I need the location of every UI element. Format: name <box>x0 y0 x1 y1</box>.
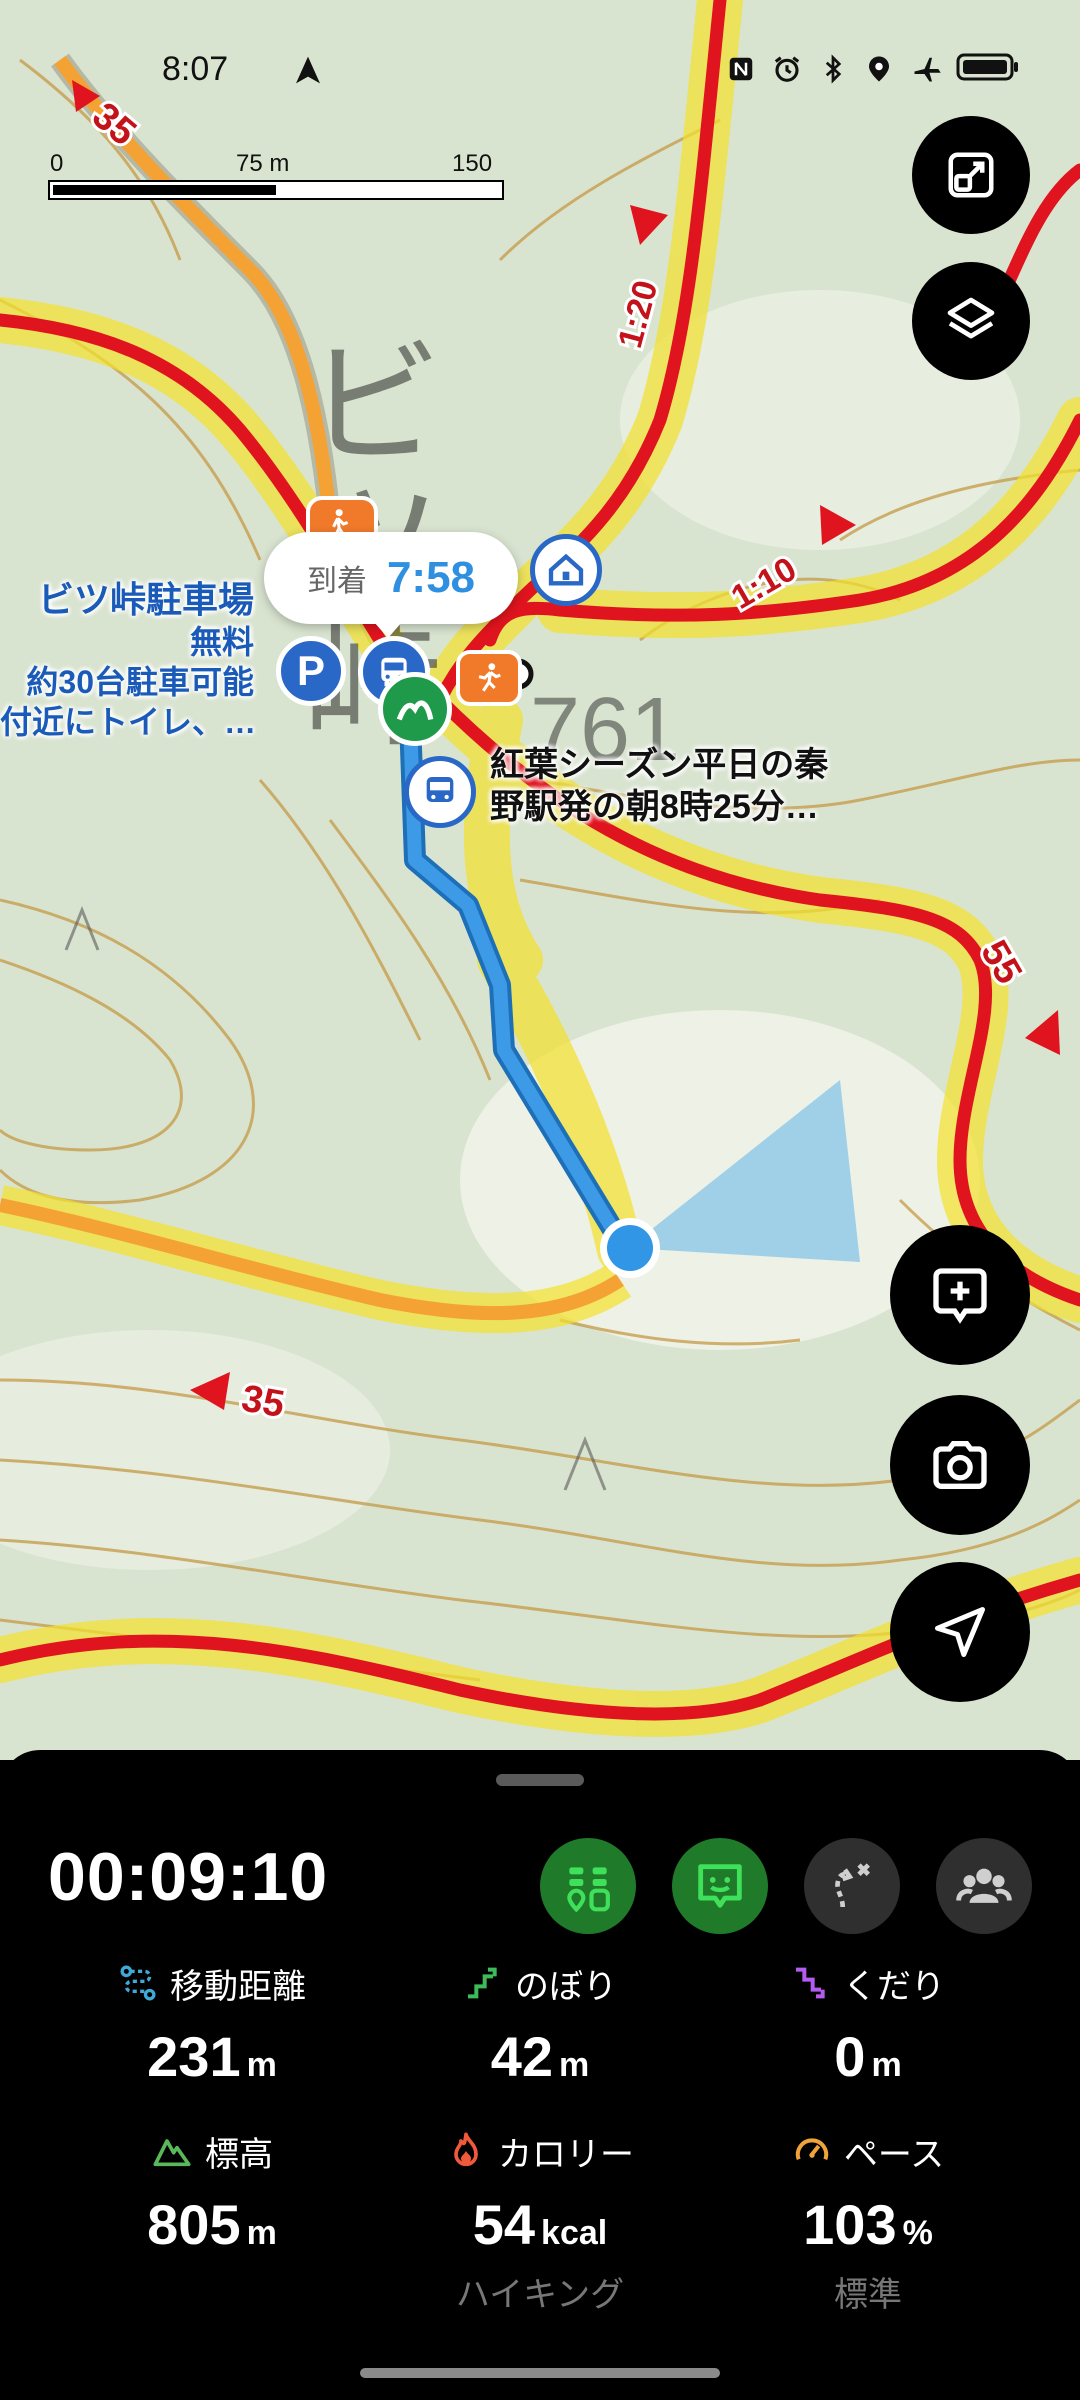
stat-ascent-unit: m <box>559 2046 590 2084</box>
hut-marker[interactable] <box>530 534 602 606</box>
status-time: 8:07 <box>162 50 229 88</box>
scale-start-label: 0 <box>50 150 64 177</box>
stat-ascent: のぼり 42 m <box>360 1960 720 2089</box>
group-button[interactable] <box>936 1838 1032 1934</box>
stat-descent-unit: m <box>871 2046 902 2084</box>
stat-pace: ペース 103% 標準 <box>688 2128 1048 2316</box>
bus-note-line2: 野駅発の朝8時25分… <box>490 788 819 826</box>
navigation-arrow-icon <box>292 54 324 90</box>
map-scale-bar: 0 75 m 150 m <box>50 150 510 205</box>
parking-name: ビツ峠駐車場 <box>37 579 254 620</box>
stat-calories-unit: kcal <box>541 2214 608 2252</box>
panel-drag-handle[interactable] <box>496 1774 584 1786</box>
nfc-icon <box>726 54 756 84</box>
bus-note-line1: 紅葉シーズン平日の秦 <box>490 746 829 784</box>
home-indicator[interactable] <box>360 2368 720 2378</box>
current-location-icon <box>935 1607 985 1657</box>
status-bar: 8:07 <box>0 0 1080 140</box>
companion-status-button[interactable] <box>672 1838 768 1934</box>
road-number: 35 <box>238 1378 287 1427</box>
parking-fee: 無料 <box>189 624 254 660</box>
group-icon <box>956 1868 1012 1903</box>
off-route-button[interactable] <box>804 1838 900 1934</box>
add-memo-button[interactable] <box>890 1225 1030 1365</box>
stat-elevation-unit: m <box>246 2214 277 2252</box>
stat-calories-label: カロリー <box>498 2134 634 2175</box>
gear-checklist-button[interactable] <box>540 1838 636 1934</box>
stat-ascent-value: 42 <box>490 2025 554 2088</box>
route-deviation-icon <box>835 1863 870 1908</box>
bus-icon <box>426 777 454 802</box>
runner-icon <box>478 663 501 692</box>
gear-checklist-icon <box>567 1867 610 1913</box>
summit-marker[interactable] <box>378 672 452 746</box>
stat-elevation: 標高 805 m <box>32 2128 392 2257</box>
smiley-message-icon <box>698 1864 742 1908</box>
parking-capacity: 約30台駐車可能 <box>26 664 254 700</box>
stat-descent-label: くだり <box>843 1966 945 2007</box>
fullscreen-toggle-icon <box>948 152 994 198</box>
battery-icon <box>956 52 1020 86</box>
stat-distance-label: 移動距離 <box>170 1966 306 2007</box>
mountain-icon <box>153 2139 191 2167</box>
ascent-icon <box>468 1967 497 1999</box>
stat-calories-value: 54 <box>472 2193 536 2256</box>
layers-button[interactable] <box>912 262 1030 380</box>
arrival-time: 7:58 <box>386 553 476 602</box>
flame-icon <box>454 2132 478 2167</box>
camera-icon <box>933 1441 987 1489</box>
parking-note: 付近にトイレ、… <box>0 704 257 740</box>
scale-mid-label: 75 m <box>236 150 290 177</box>
fullscreen-toggle-button[interactable] <box>912 116 1030 234</box>
bluetooth-icon <box>818 54 848 84</box>
stat-pace-value: 103 <box>803 2193 897 2256</box>
layers-icon <box>947 297 995 339</box>
stat-pace-label: ペース <box>843 2134 945 2175</box>
descent-icon <box>796 1967 825 1999</box>
scale-bar-graphic <box>50 182 502 198</box>
stat-pace-unit: % <box>902 2214 933 2252</box>
stat-distance: 移動距離 231 m <box>32 1960 392 2089</box>
parking-marker[interactable]: P <box>276 636 346 706</box>
activity-type: ハイキング <box>455 2275 625 2315</box>
parking-symbol: P <box>296 647 325 694</box>
stat-descent: くだり 0m <box>688 1960 1048 2089</box>
hiking-start-marker[interactable] <box>456 650 522 706</box>
current-location-button[interactable] <box>890 1562 1030 1702</box>
arrival-label: 到着 <box>306 564 367 599</box>
alarm-icon <box>772 54 802 84</box>
stat-calories: カロリー 54 kcal ハイキング <box>360 2128 720 2316</box>
location-icon <box>864 54 894 84</box>
speedometer-icon <box>795 2138 828 2161</box>
bus-info-label[interactable]: 紅葉シーズン平日の秦 野駅発の朝8時25分… <box>490 744 828 828</box>
bus-stop-marker[interactable] <box>404 756 476 828</box>
stat-elevation-value: 805 <box>147 2193 241 2256</box>
stat-distance-value: 231 <box>147 2025 241 2088</box>
camera-button[interactable] <box>890 1395 1030 1535</box>
activity-panel: 00:09:10 移動距離 231 m のぼり 42 m くだり 0 m 標高 … <box>0 1750 1080 2400</box>
mountain-icon <box>396 700 434 721</box>
map-view[interactable]: ビツ峠 761 1:20 1:10 35 35 55 8 <box>0 0 1080 1760</box>
stat-distance-unit: m <box>246 2046 277 2084</box>
house-icon <box>548 553 584 586</box>
arrival-time-bubble[interactable]: 到着 7:58 <box>264 532 518 638</box>
stat-ascent-label: のぼり <box>515 1966 617 2007</box>
stat-descent-value: 0 <box>834 2025 866 2088</box>
stat-elevation-label: 標高 <box>205 2134 273 2175</box>
distance-icon <box>120 1965 156 2001</box>
add-memo-icon <box>933 1268 987 1324</box>
airplane-mode-icon <box>910 54 941 84</box>
pace-rating: 標準 <box>834 2275 902 2315</box>
parking-info-label[interactable]: ビツ峠駐車場 無料 約30台駐車可能 付近にトイレ、… <box>0 578 257 742</box>
elapsed-time: 00:09:10 <box>48 1839 329 1915</box>
